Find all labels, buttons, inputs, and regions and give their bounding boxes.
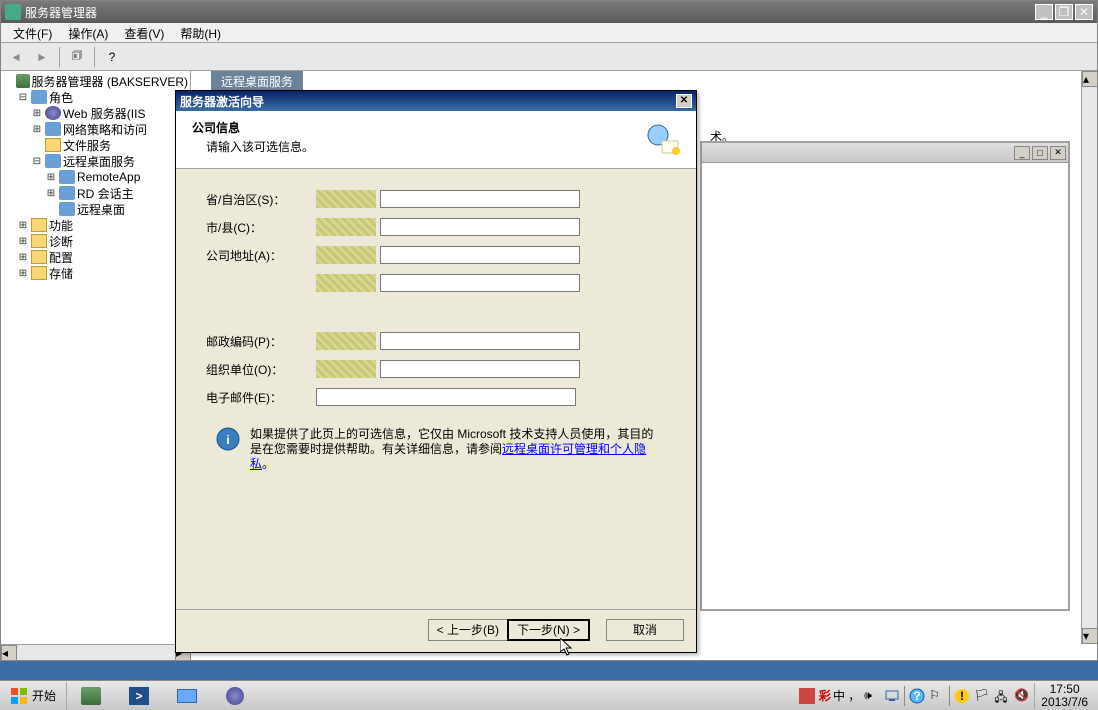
blur-city bbox=[316, 218, 376, 236]
taskbar: 开始 > 彩 中 ， 🕪 ? ⚐ ! 🏳 🖧 🔇 17:50 2013/7/6 bbox=[0, 680, 1098, 710]
svg-text:i: i bbox=[226, 433, 229, 447]
restore-button[interactable]: ❐ bbox=[1055, 4, 1073, 20]
minimize-button[interactable]: _ bbox=[1035, 4, 1053, 20]
sub-window: _ □ ✕ bbox=[700, 141, 1070, 611]
label-postal: 邮政编码(P)： bbox=[206, 333, 316, 350]
tray-icon-security[interactable]: ! bbox=[954, 688, 970, 704]
start-label: 开始 bbox=[32, 687, 56, 704]
tray-icon-1[interactable] bbox=[799, 688, 815, 704]
blur-org bbox=[316, 360, 376, 378]
tray-icon-action[interactable]: ⚐ bbox=[929, 688, 945, 704]
wizard-header-title: 公司信息 bbox=[192, 119, 640, 136]
taskbar-item-server-manager[interactable] bbox=[67, 682, 115, 710]
tree-storage[interactable]: ⊞存储 bbox=[3, 265, 188, 281]
info-icon: i bbox=[216, 427, 240, 451]
wizard-close-button[interactable]: ✕ bbox=[676, 94, 692, 108]
tray-icon-flag[interactable]: 🏳 bbox=[974, 688, 990, 704]
label-address: 公司地址(A)： bbox=[206, 247, 316, 264]
tree-file[interactable]: 文件服务 bbox=[3, 137, 188, 153]
label-province: 省/自治区(S)： bbox=[206, 191, 316, 208]
tree-roles[interactable]: ⊟角色 bbox=[3, 89, 188, 105]
tray-icon-network[interactable] bbox=[884, 688, 900, 704]
sub-close-button[interactable]: ✕ bbox=[1050, 146, 1066, 160]
input-postal[interactable] bbox=[380, 332, 580, 350]
svg-text:!: ! bbox=[960, 689, 964, 703]
tree-np[interactable]: ⊞网络策略和访问 bbox=[3, 121, 188, 137]
next-button[interactable]: 下一步(N) > bbox=[507, 619, 590, 641]
input-city[interactable] bbox=[380, 218, 580, 236]
menu-file[interactable]: 文件(F) bbox=[5, 23, 60, 42]
tree-root[interactable]: 服务器管理器 (BAKSERVER) bbox=[3, 73, 188, 89]
tray-icon-sound[interactable]: 🕪 bbox=[864, 688, 880, 704]
activation-wizard: 服务器激活向导 ✕ 公司信息 请输入该可选信息。 省/自治区(S)： 市/县(C… bbox=[175, 90, 697, 653]
toolbar-props-icon[interactable]: 🗊 bbox=[66, 46, 88, 68]
menu-view[interactable]: 查看(V) bbox=[116, 23, 172, 42]
input-org[interactable] bbox=[380, 360, 580, 378]
nav-back-button[interactable]: ◄ bbox=[5, 46, 27, 68]
tree-diag[interactable]: ⊞诊断 bbox=[3, 233, 188, 249]
taskbar-item-desktop[interactable] bbox=[163, 682, 211, 710]
tree-rdsession[interactable]: ⊞RD 会话主 bbox=[3, 185, 188, 201]
taskbar-item-powershell[interactable]: > bbox=[115, 682, 163, 710]
tree-rds[interactable]: ⊟远程桌面服务 bbox=[3, 153, 188, 169]
windows-logo-icon bbox=[10, 687, 28, 705]
blur-postal bbox=[316, 332, 376, 350]
label-city: 市/县(C)： bbox=[206, 219, 316, 236]
wizard-body: 省/自治区(S)： 市/县(C)： 公司地址(A)： 邮政编码(P)： 组织单位… bbox=[176, 169, 696, 609]
server-manager-icon bbox=[5, 4, 21, 20]
sub-minimize-button[interactable]: _ bbox=[1014, 146, 1030, 160]
menu-action[interactable]: 操作(A) bbox=[60, 23, 116, 42]
tree-features[interactable]: ⊞功能 bbox=[3, 217, 188, 233]
tray-icon-volume[interactable]: 🔇 bbox=[1014, 688, 1030, 704]
taskbar-item-licensing[interactable] bbox=[211, 682, 259, 710]
ime-indicator[interactable]: 彩 中 ， bbox=[819, 687, 860, 704]
back-button[interactable]: < 上一步(B) bbox=[428, 619, 507, 641]
info-box: i 如果提供了此页上的可选信息，它仅由 Microsoft 技术支持人员使用，其… bbox=[206, 427, 666, 472]
wizard-footer: < 上一步(B) 下一步(N) > 取消 bbox=[176, 609, 696, 649]
tree-remoteapp[interactable]: ⊞RemoteApp bbox=[3, 169, 188, 185]
wizard-titlebar[interactable]: 服务器激活向导 ✕ bbox=[176, 91, 696, 111]
close-button[interactable]: ✕ bbox=[1075, 4, 1093, 20]
input-address[interactable] bbox=[380, 246, 580, 264]
menu-help[interactable]: 帮助(H) bbox=[172, 23, 229, 42]
tree-config[interactable]: ⊞配置 bbox=[3, 249, 188, 265]
tray-clock[interactable]: 17:50 2013/7/6 bbox=[1034, 683, 1094, 709]
svg-text:?: ? bbox=[914, 689, 921, 703]
main-title: 服务器管理器 bbox=[25, 4, 1035, 21]
input-province[interactable] bbox=[380, 190, 580, 208]
tray-icon-net2[interactable]: 🖧 bbox=[994, 688, 1010, 704]
tree-web[interactable]: ⊞Web 服务器(IIS bbox=[3, 105, 188, 121]
wizard-header-sub: 请输入该可选信息。 bbox=[192, 138, 640, 155]
tray-icon-help[interactable]: ? bbox=[909, 688, 925, 704]
blur-province bbox=[316, 190, 376, 208]
start-button[interactable]: 开始 bbox=[0, 682, 67, 710]
panel-vscroll[interactable]: ▴▾ bbox=[1081, 71, 1097, 644]
menu-bar: 文件(F) 操作(A) 查看(V) 帮助(H) bbox=[1, 23, 1097, 43]
toolbar-sep bbox=[94, 47, 95, 67]
tree-rddesktop[interactable]: 远程桌面 bbox=[3, 201, 188, 217]
input-address2[interactable] bbox=[380, 274, 580, 292]
label-email: 电子邮件(E)： bbox=[206, 389, 316, 406]
toolbar-sep bbox=[59, 47, 60, 67]
system-tray: 彩 中 ， 🕪 ? ⚐ ! 🏳 🖧 🔇 17:50 2013/7/6 bbox=[795, 682, 1098, 710]
label-org: 组织单位(O)： bbox=[206, 361, 316, 378]
wizard-title-text: 服务器激活向导 bbox=[180, 93, 676, 110]
toolbar: ◄ ► 🗊 ? bbox=[1, 43, 1097, 71]
sub-maximize-button[interactable]: □ bbox=[1032, 146, 1048, 160]
blur-address2 bbox=[316, 274, 376, 292]
wizard-header-icon bbox=[640, 119, 680, 159]
toolbar-help-icon[interactable]: ? bbox=[101, 46, 123, 68]
tree-panel[interactable]: 服务器管理器 (BAKSERVER) ⊟角色 ⊞Web 服务器(IIS ⊞网络策… bbox=[1, 71, 191, 660]
main-titlebar: 服务器管理器 _ ❐ ✕ bbox=[1, 1, 1097, 23]
info-text: 如果提供了此页上的可选信息，它仅由 Microsoft 技术支持人员使用，其目的… bbox=[250, 427, 656, 472]
cancel-button[interactable]: 取消 bbox=[606, 619, 684, 641]
blur-address bbox=[316, 246, 376, 264]
tree-hscroll[interactable]: ◂▸ bbox=[1, 644, 191, 660]
nav-fwd-button[interactable]: ► bbox=[31, 46, 53, 68]
wizard-header: 公司信息 请输入该可选信息。 bbox=[176, 111, 696, 169]
input-email[interactable] bbox=[316, 388, 576, 406]
